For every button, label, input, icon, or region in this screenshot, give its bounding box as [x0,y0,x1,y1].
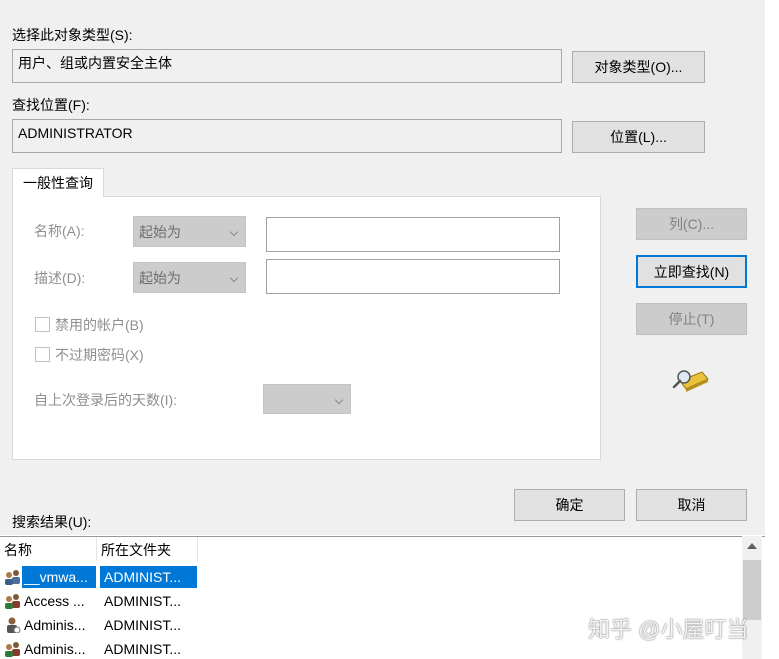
name-mode-select: 起始为 [133,216,246,247]
description-label: 描述(D): [34,270,86,286]
object-type-label: 选择此对象类型(S): [12,27,133,43]
result-name: __vmwa... [22,566,96,588]
chevron-down-icon [229,273,239,283]
disabled-accounts-checkbox [35,317,50,332]
table-row[interactable]: Adminis... ADMINIST... [0,638,200,659]
name-mode-value: 起始为 [139,224,181,240]
cancel-button[interactable]: 取消 [636,489,747,521]
locations-button[interactable]: 位置(L)... [572,121,705,153]
description-mode-value: 起始为 [139,270,181,286]
name-input [266,217,560,252]
tab-general-query[interactable]: 一般性查询 [12,168,104,197]
object-types-button[interactable]: 对象类型(O)... [572,51,705,83]
result-folder: ADMINIST... [100,566,197,588]
general-query-panel: 名称(A): 起始为 描述(D): 起始为 禁用的帐户(B) 不过期密码(X) … [12,196,601,460]
scroll-up-arrow-icon[interactable] [747,543,757,549]
days-since-login-select [263,384,351,414]
days-since-login-label: 自上次登录后的天数(I): [34,392,178,408]
ok-button[interactable]: 确定 [514,489,625,521]
user-icon [7,617,21,633]
user-group-icon [5,594,20,609]
table-row[interactable]: Adminis... ADMINIST... [0,614,200,636]
name-label: 名称(A): [34,223,85,239]
table-row[interactable]: __vmwa... ADMINIST... [0,566,200,588]
stop-button: 停止(T) [636,303,747,335]
chevron-down-icon [229,227,239,237]
disabled-accounts-label: 禁用的帐户(B) [55,317,144,333]
search-results-label: 搜索结果(U): [12,514,92,530]
select-users-dialog: 选择此对象类型(S): 用户、组或内置安全主体 对象类型(O)... 查找位置(… [0,0,765,535]
result-name: Adminis... [24,641,86,657]
object-type-field: 用户、组或内置安全主体 [12,49,562,83]
user-group-icon [5,642,20,657]
columns-button: 列(C)... [636,208,747,240]
non-expiring-password-label: 不过期密码(X) [55,347,144,363]
result-name: Adminis... [24,617,86,633]
location-label: 查找位置(F): [12,97,90,113]
column-header-folder[interactable]: 所在文件夹 [97,537,198,561]
scroll-thumb[interactable] [743,560,761,620]
user-group-icon [5,570,20,585]
find-now-button[interactable]: 立即查找(N) [636,255,747,288]
window-edge [765,0,779,659]
description-input [266,259,560,294]
location-field: ADMINISTRATOR [12,119,562,153]
result-folder: ADMINIST... [104,593,182,609]
table-row[interactable]: Access ... ADMINIST... [0,590,200,612]
search-animation-icon [672,370,709,392]
result-folder: ADMINIST... [104,641,182,657]
column-header-name[interactable]: 名称 [0,537,97,561]
watermark-text: 知乎 @小屋叮当 [588,617,749,642]
non-expiring-password-checkbox [35,347,50,362]
chevron-down-icon [334,395,344,405]
result-folder: ADMINIST... [104,617,182,633]
description-mode-select: 起始为 [133,262,246,293]
result-name: Access ... [24,593,85,609]
